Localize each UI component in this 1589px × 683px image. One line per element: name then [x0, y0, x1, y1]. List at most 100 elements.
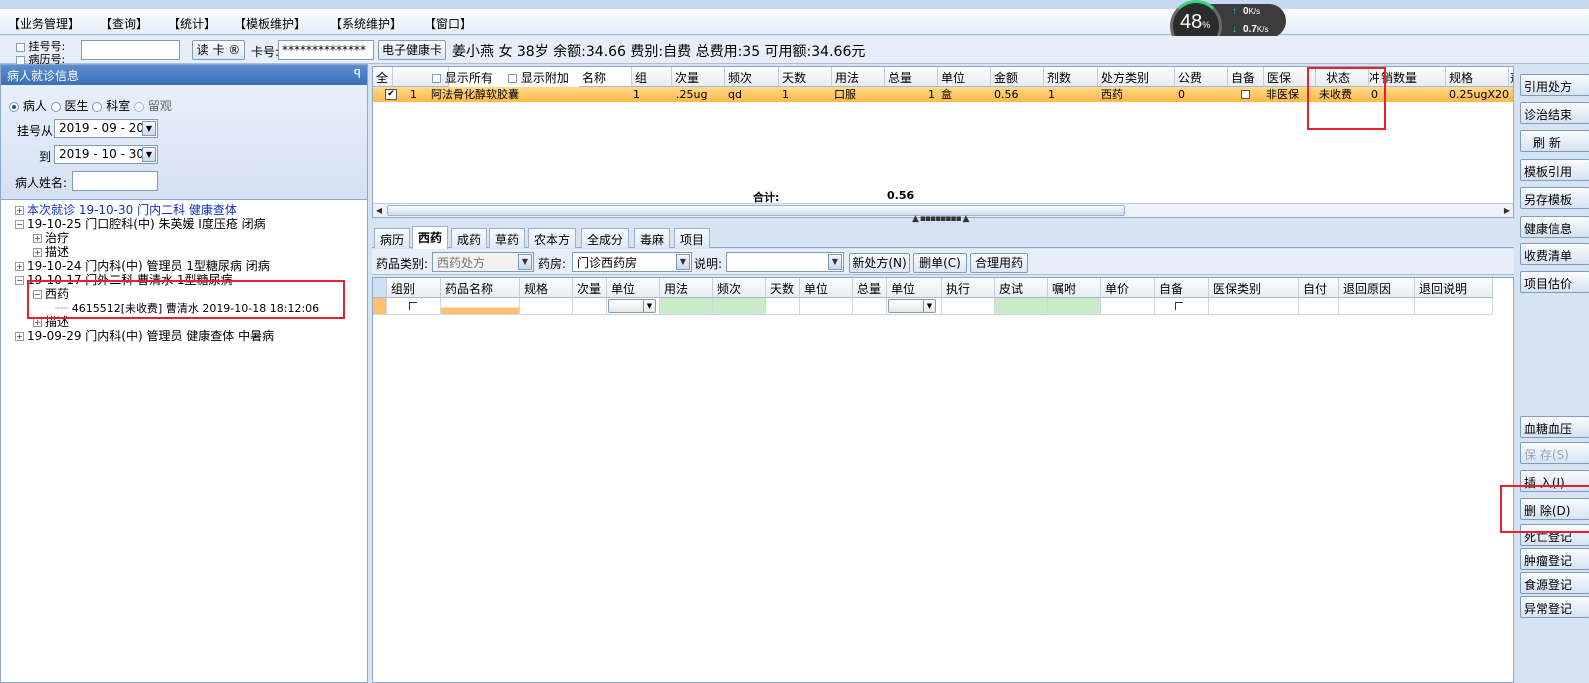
expand-icon[interactable]: + [33, 318, 42, 327]
chevron-down-icon[interactable]: ▼ [923, 300, 935, 312]
col-dose[interactable]: 次量 [672, 67, 725, 87]
menu-stats[interactable]: 【统计】 [168, 15, 216, 32]
chevron-down-icon[interactable]: ▼ [142, 147, 156, 162]
cell-unit-price[interactable] [1101, 298, 1155, 315]
tab-herbal-drug[interactable]: 草药 [489, 228, 526, 248]
tumor-registration-button[interactable]: 肿瘤登记 [1520, 548, 1589, 570]
save-as-template-button[interactable]: 另存模板 [1520, 187, 1589, 209]
cell-dose[interactable] [573, 298, 607, 315]
col-self-prep[interactable]: 自备 [1228, 67, 1264, 87]
tab-western-drug[interactable]: 西药 [412, 226, 449, 249]
col-spec[interactable]: 规格 [1446, 67, 1509, 87]
col-insurance-type[interactable]: 医保类别 [1209, 278, 1299, 298]
splitter-handle[interactable]: ▲ ▪▪▪▪▪▪▪▪ ▲ [372, 214, 1514, 226]
date-from-picker[interactable]: 2019 - 09 - 20 ▼ [54, 119, 158, 138]
new-prescription-button[interactable]: 新处方(N) [849, 253, 910, 273]
tab-full-ingredients[interactable]: 全成分 [581, 228, 630, 248]
rational-medication-button[interactable]: 合理用药 [970, 253, 1028, 273]
cell-total[interactable] [853, 298, 887, 315]
col-total[interactable]: 总量 [853, 278, 887, 298]
show-all-checkbox[interactable] [432, 74, 441, 83]
cell-skin-test[interactable] [995, 298, 1048, 315]
cell-return-reason[interactable] [1339, 298, 1415, 315]
col-self-pay[interactable]: 自付 [1299, 278, 1339, 298]
col-doses[interactable]: 剂数 [1044, 67, 1098, 87]
row-self-prep-checkbox[interactable] [1241, 90, 1250, 99]
col-usage[interactable]: 用法 [832, 67, 885, 87]
show-extra-checkbox[interactable] [508, 74, 517, 83]
foodborne-registration-button[interactable]: 食源登记 [1520, 572, 1589, 594]
self-prep-checkbox[interactable] [1175, 302, 1183, 310]
col-spec[interactable]: 规格 [520, 278, 573, 298]
col-days[interactable]: 天数 [766, 278, 800, 298]
radio-patient[interactable] [9, 101, 19, 112]
show-all-option[interactable]: 显示所有 [429, 67, 505, 87]
col-dose-unit[interactable]: 单位 [607, 278, 660, 298]
cell-total-unit[interactable]: ▼ [887, 298, 942, 315]
cell-return-note[interactable] [1415, 298, 1493, 315]
chevron-down-icon[interactable]: ▼ [142, 121, 156, 136]
menu-window[interactable]: 【窗口】 [424, 15, 472, 32]
expand-icon[interactable]: + [33, 248, 42, 257]
scroll-right-icon[interactable]: ▶ [1501, 204, 1513, 217]
col-self-prep[interactable]: 自备 [1155, 278, 1209, 298]
col-skin-test[interactable]: 皮试 [995, 278, 1048, 298]
cell-self-pay[interactable] [1299, 298, 1339, 315]
blood-sugar-pressure-button[interactable]: 血糖血压 [1520, 416, 1589, 438]
radio-stay[interactable] [134, 101, 145, 112]
col-total-unit[interactable]: 单位 [887, 278, 942, 298]
col-freq[interactable]: 频次 [713, 278, 766, 298]
cell-days[interactable] [766, 298, 800, 315]
collapse-icon[interactable]: − [15, 220, 24, 229]
item-estimate-button[interactable]: 项目估价 [1520, 271, 1589, 293]
date-to-picker[interactable]: 2019 - 10 - 30 ▼ [54, 145, 158, 164]
tree-visit-4[interactable]: +19-09-29 门内科(中) 管理员 健康查体 中暑病 [15, 327, 274, 344]
col-all[interactable]: 全 [373, 67, 393, 87]
cell-execute[interactable] [942, 298, 995, 315]
col-public-fee[interactable]: 公费 [1175, 67, 1228, 87]
col-group[interactable]: 组 [632, 67, 672, 87]
cell-drug-name[interactable] [441, 298, 520, 315]
quote-prescription-button[interactable]: 引用处方 [1520, 74, 1589, 96]
radio-doctor[interactable] [50, 101, 61, 112]
cell-insurance-type[interactable] [1209, 298, 1299, 315]
note-select[interactable]: ▼ [726, 252, 844, 272]
expand-icon[interactable]: + [15, 332, 24, 341]
col-execute[interactable]: 执行 [942, 278, 995, 298]
pin-icon[interactable]: ꟼ [354, 67, 361, 81]
col-days[interactable]: 天数 [779, 67, 832, 87]
col-name[interactable]: 名称 [579, 67, 632, 87]
menu-system[interactable]: 【系统维护】 [330, 15, 402, 32]
menu-business[interactable]: 【业务管理】 [8, 15, 80, 32]
scroll-thumb[interactable] [387, 205, 1125, 216]
col-return-reason[interactable]: 退回原因 [1339, 278, 1415, 298]
health-card-button[interactable]: 电子健康卡 [378, 40, 446, 60]
col-total[interactable]: 总量 [885, 67, 938, 87]
radio-dept[interactable] [92, 101, 103, 112]
col-group[interactable]: 组别 [387, 278, 441, 298]
col-amount[interactable]: 金额 [991, 67, 1044, 87]
drug-type-select[interactable]: 西药处方 ▼ [432, 252, 534, 272]
cell-dose-unit[interactable]: ▼ [607, 298, 660, 315]
tab-medical-record[interactable]: 病历 [374, 228, 411, 248]
row-indicator[interactable] [373, 298, 387, 315]
tab-patent-drug[interactable]: 成药 [451, 228, 488, 248]
tab-narcotics[interactable]: 毒麻 [634, 228, 671, 248]
scroll-left-icon[interactable]: ◀ [373, 204, 385, 217]
fee-list-button[interactable]: 收费清单 [1520, 243, 1589, 265]
card-no-input[interactable]: ************** [278, 40, 374, 60]
dose-unit-select[interactable]: ▼ [608, 299, 656, 313]
col-return-note[interactable]: 退回说明 [1415, 278, 1493, 298]
expand-icon[interactable]: + [33, 234, 42, 243]
refresh-button[interactable]: 刷 新 [1520, 130, 1589, 152]
read-card-button[interactable]: 读 卡 ® [192, 40, 245, 60]
cell-group[interactable] [387, 298, 441, 315]
chevron-down-icon[interactable]: ▼ [828, 254, 842, 270]
col-category[interactable]: 处方类别 [1098, 67, 1175, 87]
template-quote-button[interactable]: 模板引用 [1520, 159, 1589, 181]
reg-no-input[interactable] [81, 40, 180, 60]
cell-self-prep[interactable] [1155, 298, 1209, 315]
col-drug-name[interactable]: 药品名称 [441, 278, 520, 298]
pharmacy-select[interactable]: 门诊西药房 ▼ [572, 252, 692, 272]
cell-instruction[interactable] [1048, 298, 1101, 315]
